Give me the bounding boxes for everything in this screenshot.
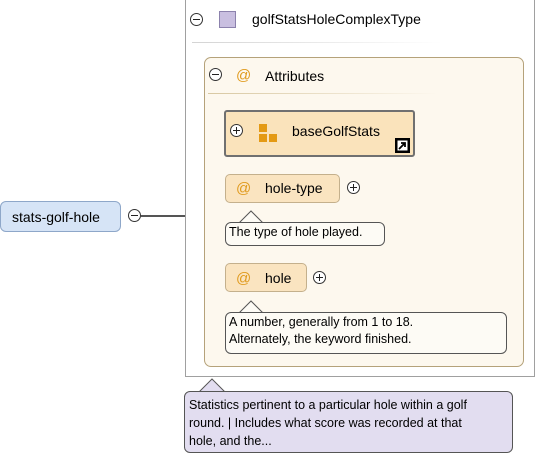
complex-type-name: golfStatsHoleComplexType (252, 11, 421, 27)
reference-link-icon[interactable] (395, 138, 410, 153)
expand-group-icon[interactable] (230, 124, 243, 137)
attribute-at-icon: @ (236, 270, 252, 287)
attribute-group-name: baseGolfStats (292, 123, 380, 139)
attributes-label: Attributes (265, 68, 325, 84)
attribute-name: hole-type (265, 180, 323, 196)
root-element-label: stats-golf-hole (12, 209, 100, 225)
complex-type-icon (219, 11, 236, 28)
root-element-stats-golf-hole[interactable]: stats-golf-hole (0, 201, 121, 232)
annotation-line1: Statistics pertinent to a particular hol… (189, 398, 467, 412)
annotation-line2: round. | Includes what score was recorde… (189, 416, 462, 430)
attribute-name: hole (265, 270, 292, 286)
attributes-at-icon: @ (236, 67, 252, 84)
complex-type-separator (192, 42, 442, 43)
hole-type-description: The type of hole played. (229, 225, 363, 239)
attributes-separator (208, 93, 438, 94)
collapse-complex-type-icon[interactable] (190, 13, 203, 26)
hole-type-annotation: The type of hole played. (225, 222, 385, 246)
hole-description-line2: Alternately, the keyword finished. (229, 332, 412, 346)
callout-pointer (198, 378, 226, 392)
attribute-group-icon-part (269, 134, 277, 142)
connector-line (141, 215, 186, 217)
attribute-group-icon-part (259, 134, 267, 142)
attribute-group-icon (259, 124, 267, 132)
collapse-attributes-icon[interactable] (209, 68, 222, 81)
attribute-at-icon: @ (236, 180, 252, 197)
complex-type-annotation: Statistics pertinent to a particular hol… (184, 391, 513, 453)
hole-annotation: A number, generally from 1 to 18. Altern… (225, 312, 507, 354)
hole-description-line1: A number, generally from 1 to 18. (229, 315, 414, 329)
annotation-line3: hole, and the... (189, 434, 272, 448)
expand-hole-icon[interactable] (313, 271, 326, 284)
collapse-toggle-icon[interactable] (128, 209, 141, 222)
expand-hole-type-icon[interactable] (347, 181, 360, 194)
